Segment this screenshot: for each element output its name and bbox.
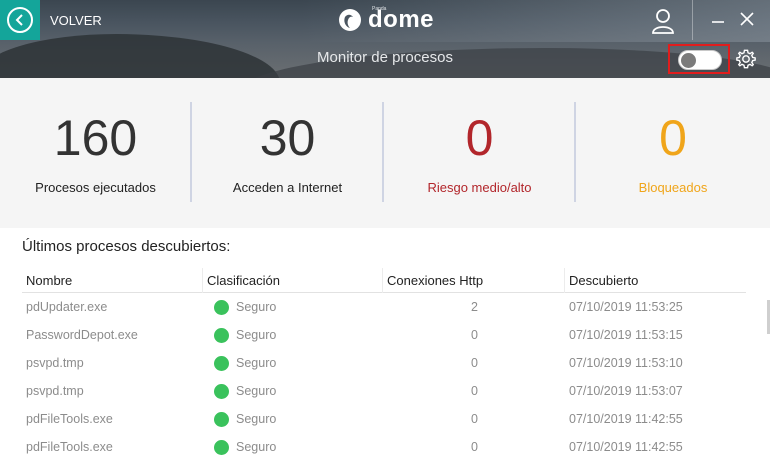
classification-cell: Seguro bbox=[202, 299, 382, 315]
divider bbox=[692, 0, 693, 40]
classification-label: Seguro bbox=[236, 384, 277, 398]
stat-label: Bloqueados bbox=[638, 180, 708, 195]
classification-cell: Seguro bbox=[202, 383, 382, 399]
section-title: Últimos procesos descubiertos: bbox=[22, 238, 231, 255]
column-header-name[interactable]: Nombre bbox=[22, 268, 202, 293]
stat-internet: 30 Acceden a Internet bbox=[192, 78, 383, 228]
column-header-classification[interactable]: Clasificación bbox=[202, 268, 382, 293]
classification-cell: Seguro bbox=[202, 411, 382, 427]
close-icon[interactable] bbox=[738, 10, 756, 28]
stat-risk: 0 Riesgo medio/alto bbox=[384, 78, 575, 228]
table-row[interactable]: pdFileTools.exe Seguro 0 07/10/2019 11:4… bbox=[22, 405, 746, 433]
classification-label: Seguro bbox=[236, 412, 277, 426]
http-count: 0 bbox=[471, 356, 478, 370]
classification-label: Seguro bbox=[236, 356, 277, 370]
app-logo: Panda dome bbox=[338, 6, 434, 33]
process-name: PasswordDepot.exe bbox=[26, 328, 138, 342]
stat-processes: 160 Procesos ejecutados bbox=[0, 78, 191, 228]
process-table: Nombre Clasificación Conexiones Http Des… bbox=[22, 268, 746, 461]
table-row[interactable]: pdUpdater.exe Seguro 2 07/10/2019 11:53:… bbox=[22, 293, 746, 321]
table-row[interactable]: psvpd.tmp Seguro 0 07/10/2019 11:53:07 bbox=[22, 377, 746, 405]
discovered-date: 07/10/2019 11:42:55 bbox=[569, 440, 683, 454]
app-header: VOLVER Panda dome Monitor de procesos bbox=[0, 0, 770, 78]
classification-label: Seguro bbox=[236, 300, 277, 314]
stat-value: 0 bbox=[465, 110, 494, 166]
process-name: psvpd.tmp bbox=[26, 384, 84, 398]
green-dot-icon bbox=[214, 383, 229, 399]
http-count: 0 bbox=[471, 412, 478, 426]
table-header: Nombre Clasificación Conexiones Http Des… bbox=[22, 268, 746, 293]
table-row[interactable]: psvpd.tmp Seguro 0 07/10/2019 11:53:10 bbox=[22, 349, 746, 377]
stat-value: 160 bbox=[53, 110, 138, 166]
process-name: pdFileTools.exe bbox=[26, 412, 113, 426]
page-title: Monitor de procesos bbox=[317, 49, 453, 66]
discovered-date: 07/10/2019 11:42:55 bbox=[569, 412, 683, 426]
classification-cell: Seguro bbox=[202, 439, 382, 455]
http-count: 0 bbox=[471, 384, 478, 398]
discovered-date: 07/10/2019 11:53:25 bbox=[569, 300, 683, 314]
table-row[interactable]: pdFileTools.exe Seguro 0 07/10/2019 11:4… bbox=[22, 433, 746, 461]
back-label[interactable]: VOLVER bbox=[50, 13, 102, 28]
stat-label: Acceden a Internet bbox=[232, 180, 343, 195]
classification-cell: Seguro bbox=[202, 355, 382, 371]
stat-label: Procesos ejecutados bbox=[35, 180, 156, 195]
process-name: pdUpdater.exe bbox=[26, 300, 108, 314]
green-dot-icon bbox=[214, 299, 229, 315]
back-button[interactable] bbox=[0, 0, 40, 40]
monitor-toggle[interactable] bbox=[678, 50, 722, 70]
logo-brand-small: Panda bbox=[372, 6, 387, 12]
discovered-date: 07/10/2019 11:53:07 bbox=[569, 384, 683, 398]
green-dot-icon bbox=[214, 355, 229, 371]
toggle-knob bbox=[681, 53, 696, 68]
process-name: pdFileTools.exe bbox=[26, 440, 113, 454]
green-dot-icon bbox=[214, 411, 229, 427]
http-count: 0 bbox=[471, 328, 478, 342]
stat-value: 0 bbox=[659, 110, 687, 166]
classification-label: Seguro bbox=[236, 328, 277, 342]
discovered-date: 07/10/2019 11:53:15 bbox=[569, 328, 683, 342]
stats-panel: 160 Procesos ejecutados 30 Acceden a Int… bbox=[0, 78, 770, 228]
table-row[interactable]: PasswordDepot.exe Seguro 0 07/10/2019 11… bbox=[22, 321, 746, 349]
column-header-discovered[interactable]: Descubierto bbox=[564, 268, 746, 293]
http-count: 2 bbox=[471, 300, 478, 314]
dome-logo-icon bbox=[339, 9, 361, 31]
classification-label: Seguro bbox=[236, 440, 277, 454]
toggle-highlight bbox=[668, 44, 730, 74]
discovered-date: 07/10/2019 11:53:10 bbox=[569, 356, 683, 370]
stat-value: 30 bbox=[259, 110, 316, 166]
classification-cell: Seguro bbox=[202, 327, 382, 343]
green-dot-icon bbox=[214, 439, 229, 455]
arrow-left-circle-icon bbox=[7, 7, 33, 33]
http-count: 0 bbox=[471, 440, 478, 454]
stat-blocked: 0 Bloqueados bbox=[576, 78, 770, 228]
process-name: psvpd.tmp bbox=[26, 356, 84, 370]
top-bar: VOLVER Panda dome bbox=[0, 0, 770, 41]
user-icon[interactable] bbox=[650, 8, 676, 34]
green-dot-icon bbox=[214, 327, 229, 343]
minimize-icon[interactable] bbox=[710, 10, 726, 28]
gear-icon[interactable] bbox=[735, 48, 757, 70]
column-header-http[interactable]: Conexiones Http bbox=[382, 268, 564, 293]
stat-label: Riesgo medio/alto bbox=[427, 180, 532, 195]
